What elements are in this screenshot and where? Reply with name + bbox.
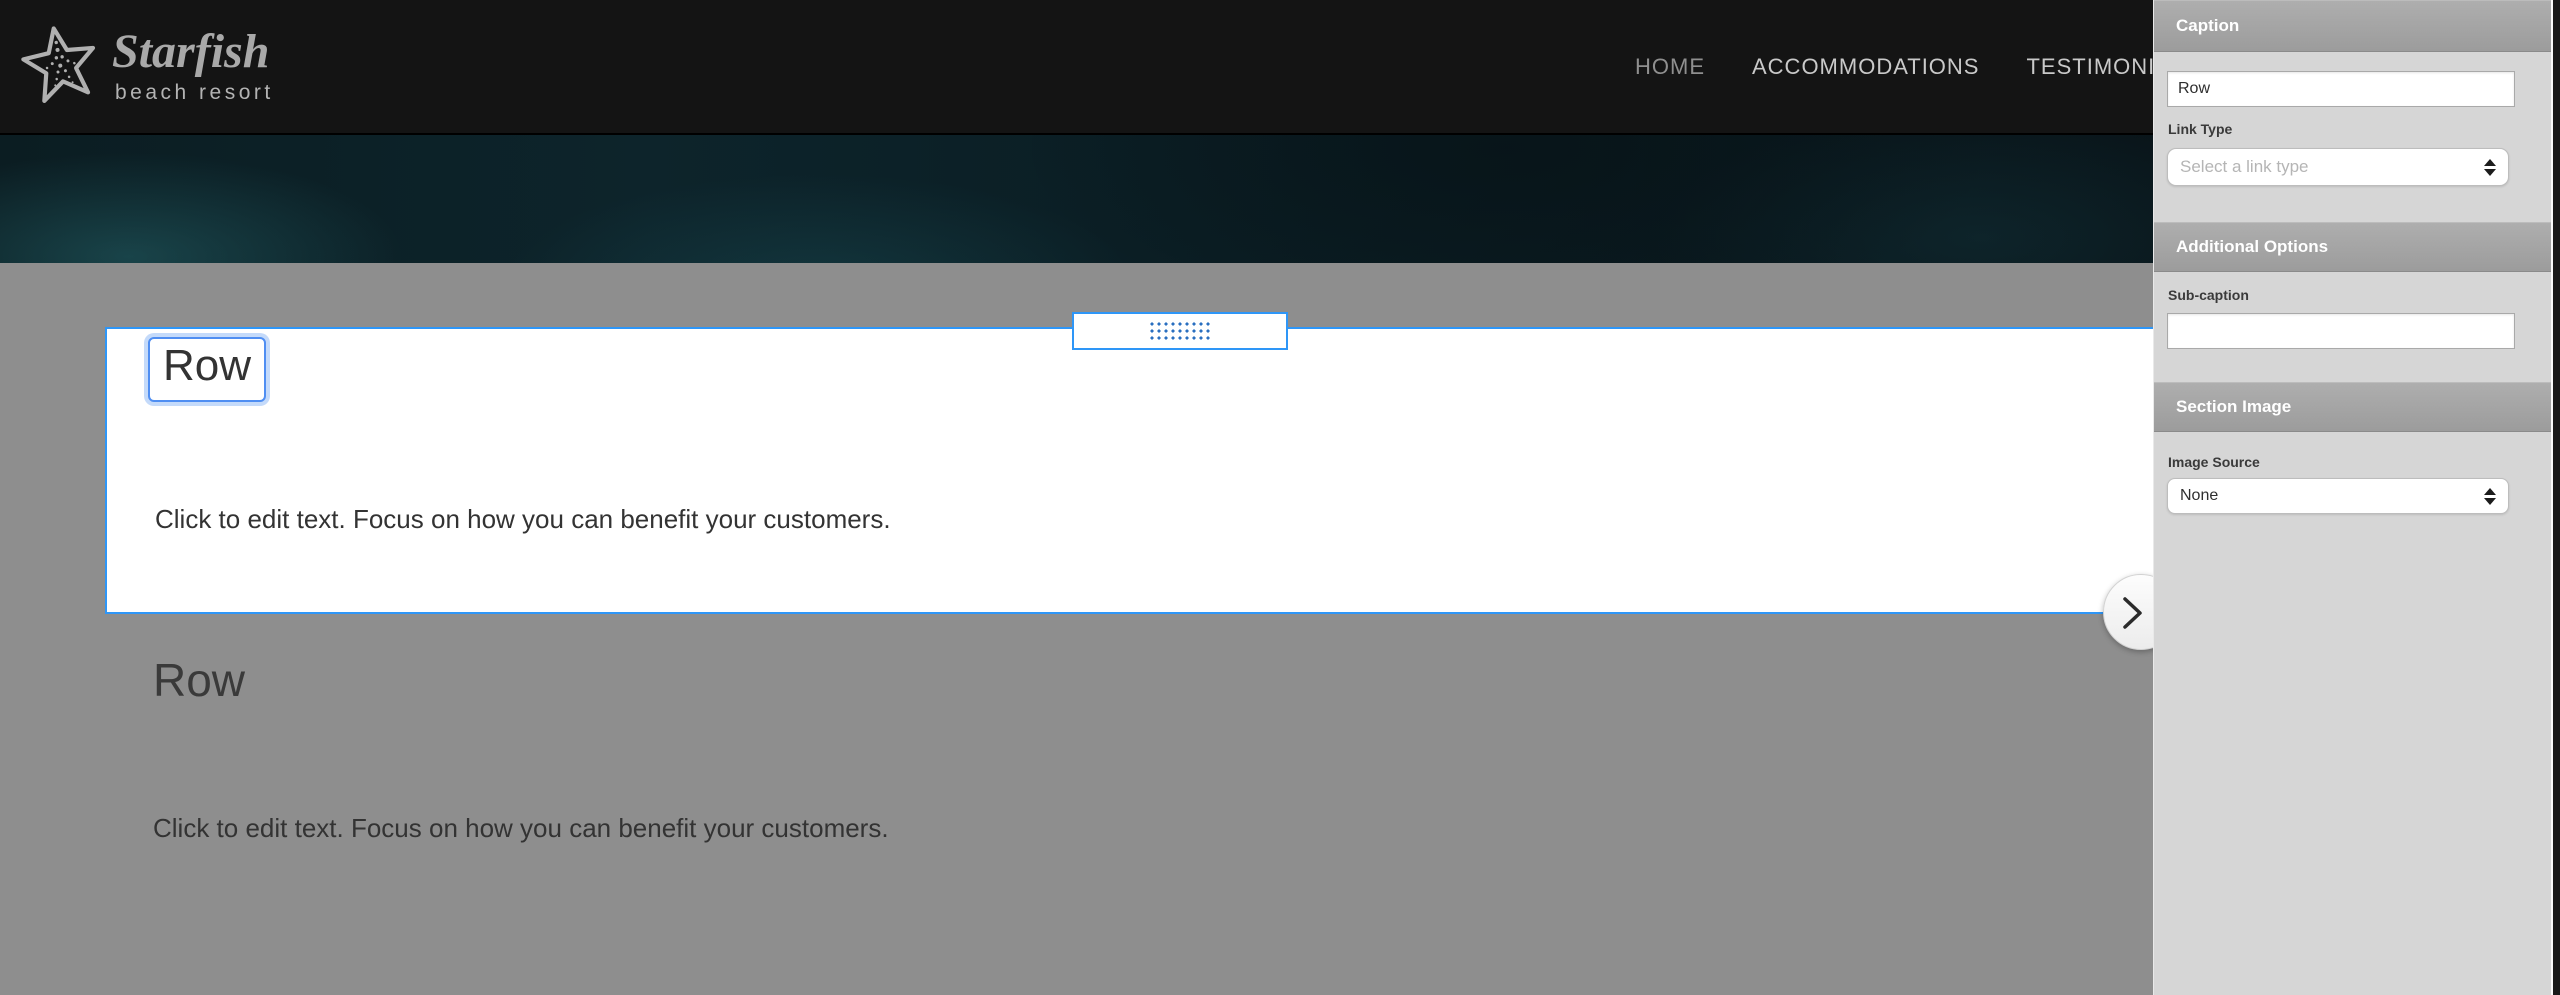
caption-input[interactable]	[2167, 71, 2515, 107]
link-type-placeholder: Select a link type	[2180, 157, 2309, 176]
logo-tagline: beach resort	[115, 81, 274, 104]
link-type-label: Link Type	[2168, 121, 2233, 137]
row-drag-handle[interactable]	[1072, 312, 1288, 350]
section-image-section-header: Section Image	[2154, 382, 2560, 432]
row-body-text[interactable]: Click to edit text. Focus on how you can…	[155, 504, 891, 535]
selected-row-section[interactable]: Row Click to edit text. Focus on how you…	[105, 327, 2153, 614]
nav-item-testimonials[interactable]: TESTIMONIALS	[2026, 54, 2153, 80]
logo-text: Starfish beach resort	[112, 28, 274, 105]
hero-banner-image	[0, 133, 2153, 263]
row-caption[interactable]: Row	[153, 653, 245, 707]
nav-item-accommodations[interactable]: ACCOMMODATIONS	[1752, 54, 1979, 80]
row-caption-editable[interactable]: Row	[148, 337, 267, 402]
link-type-select[interactable]: Select a link type	[2167, 148, 2509, 186]
row-body-text[interactable]: Click to edit text. Focus on how you can…	[153, 813, 889, 844]
logo-name: Starfish	[112, 25, 270, 78]
main-nav: HOME ACCOMMODATIONS TESTIMONIALS	[1635, 0, 2153, 133]
sub-caption-label: Sub-caption	[2168, 287, 2249, 303]
site-builder-app: Starfish beach resort HOME ACCOMMODATION…	[0, 0, 2560, 995]
image-source-label: Image Source	[2168, 454, 2260, 470]
nav-item-home[interactable]: HOME	[1635, 54, 1705, 80]
caption-section-header: Caption	[2154, 0, 2560, 52]
preview-canvas: Starfish beach resort HOME ACCOMMODATION…	[0, 0, 2153, 995]
image-source-value: None	[2180, 487, 2219, 504]
drag-dots-icon	[1149, 321, 1211, 341]
site-logo[interactable]: Starfish beach resort	[18, 20, 274, 108]
additional-options-section-header: Additional Options	[2154, 222, 2560, 272]
settings-panel: Caption Link Type Select a link type Add…	[2153, 0, 2560, 995]
starfish-icon	[18, 20, 102, 108]
window-scrollbar-track[interactable]	[2551, 0, 2560, 995]
site-header: Starfish beach resort HOME ACCOMMODATION…	[0, 0, 2153, 133]
select-arrows-icon	[2484, 158, 2496, 176]
sub-caption-input[interactable]	[2167, 313, 2515, 349]
image-source-select[interactable]: None	[2167, 478, 2509, 514]
select-arrows-icon	[2484, 487, 2496, 505]
